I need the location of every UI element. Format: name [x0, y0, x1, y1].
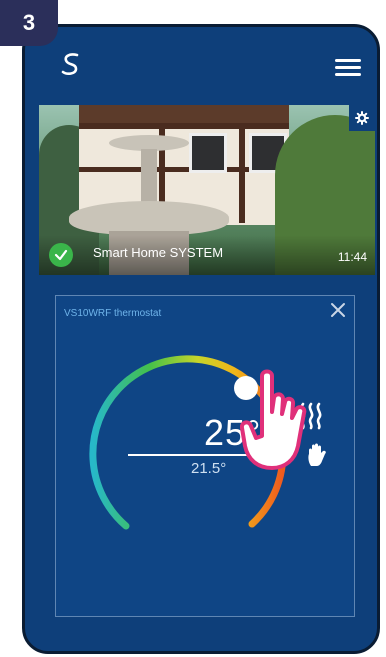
s-logo-icon[interactable] [59, 51, 83, 77]
current-temperature: 21.5° [191, 460, 227, 477]
hamburger-menu-icon[interactable] [335, 59, 361, 76]
gear-icon[interactable] [349, 105, 375, 131]
camera-time: 11:44 [337, 250, 367, 264]
phone-screen: Smart Home SYSTEM 11:44 VS10WRF thermost… [22, 24, 380, 654]
camera-preview[interactable]: Smart Home SYSTEM 11:44 [39, 105, 375, 275]
camera-name: Smart Home SYSTEM [93, 245, 224, 260]
check-circle-icon [49, 243, 73, 267]
thermostat-card[interactable]: VS10WRF thermostat 25° 21.5° [55, 295, 355, 617]
tap-hand-icon [240, 369, 307, 470]
step-badge: 3 [0, 0, 58, 46]
top-bar [25, 27, 377, 97]
step-number: 3 [22, 10, 36, 35]
